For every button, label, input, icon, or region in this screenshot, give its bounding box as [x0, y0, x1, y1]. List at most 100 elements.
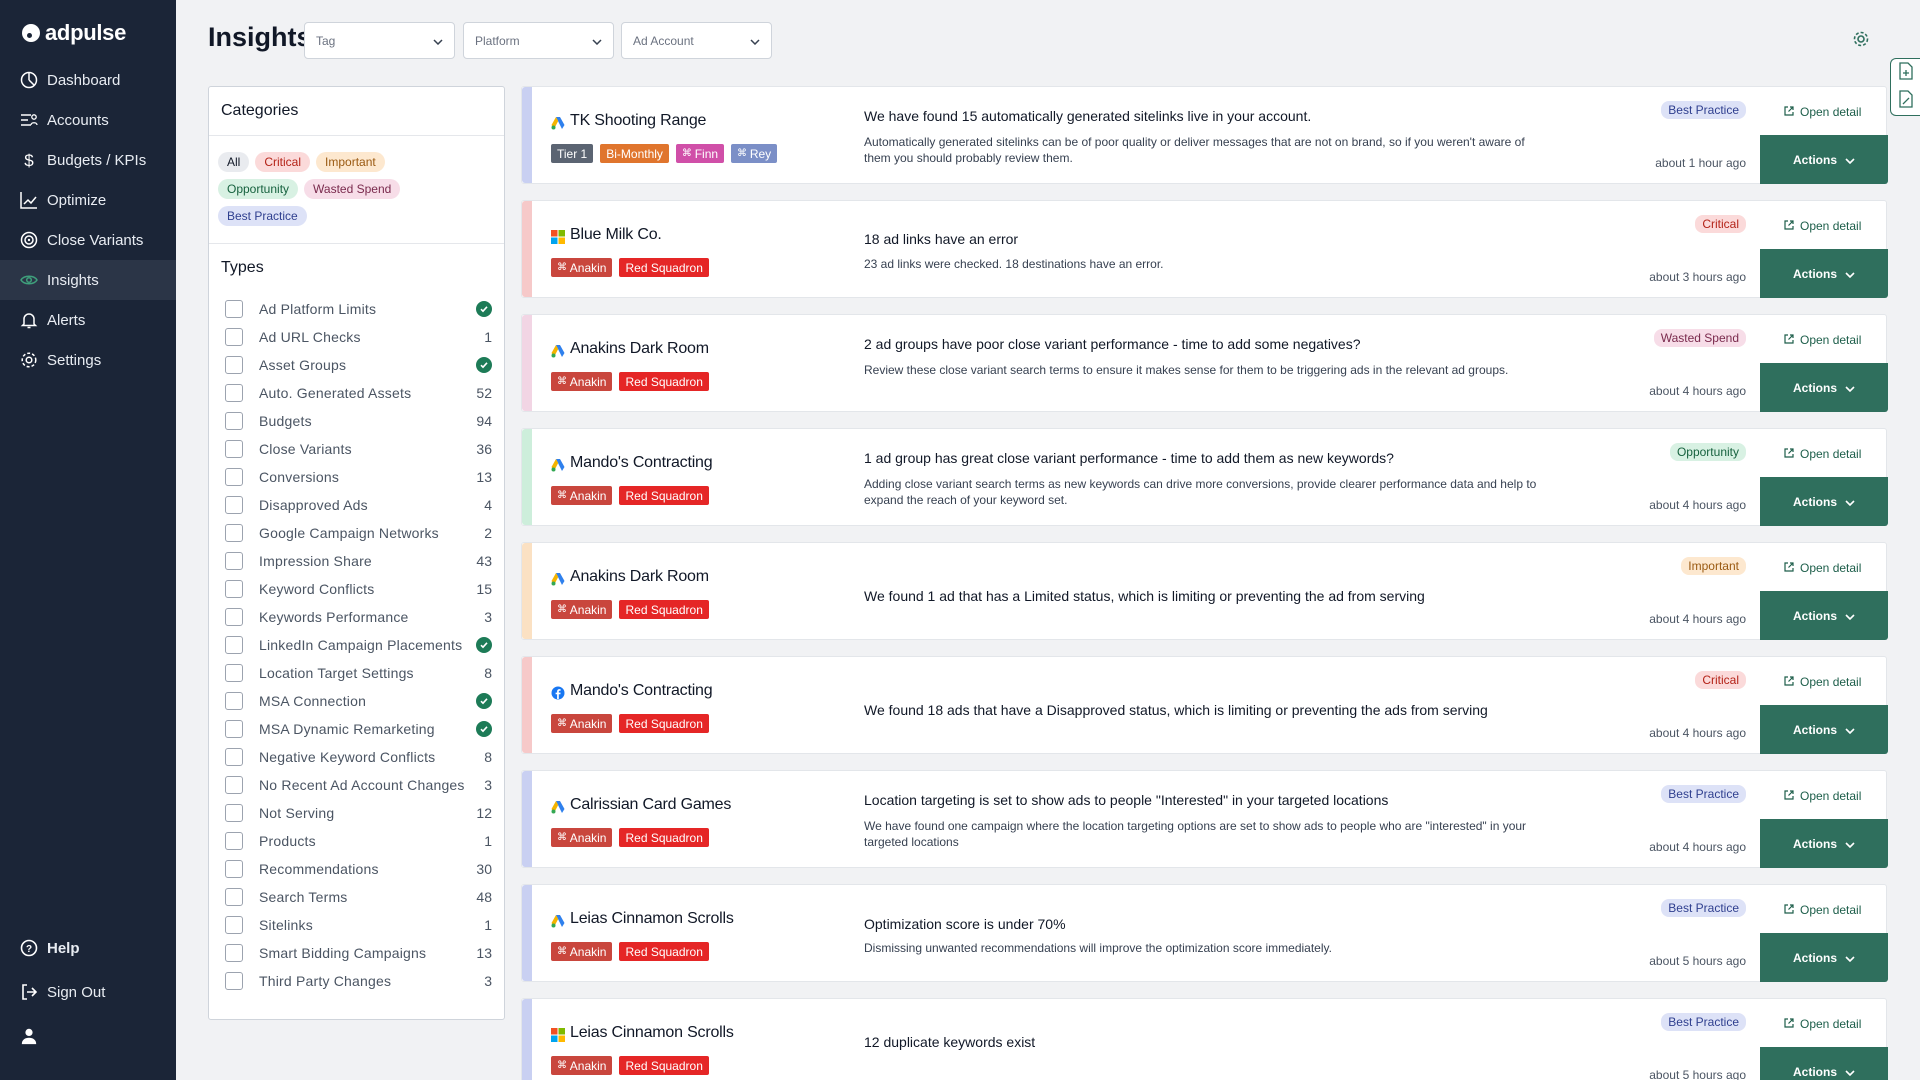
- edit-document-icon[interactable]: [1898, 89, 1914, 113]
- type-filter-row[interactable]: LinkedIn Campaign Placements: [209, 631, 504, 659]
- type-checkbox[interactable]: [225, 832, 243, 850]
- nav-item-close-variants[interactable]: Close Variants: [0, 220, 176, 260]
- type-filter-row[interactable]: MSA Dynamic Remarketing: [209, 715, 504, 743]
- type-checkbox[interactable]: [225, 384, 243, 402]
- type-checkbox[interactable]: [225, 804, 243, 822]
- tag-badge[interactable]: Red Squadron: [619, 372, 709, 391]
- type-checkbox[interactable]: [225, 356, 243, 374]
- actions-button[interactable]: Actions: [1760, 705, 1888, 754]
- actions-button[interactable]: Actions: [1760, 363, 1888, 412]
- nav-item-budgets-kpis[interactable]: $ Budgets / KPIs: [0, 140, 176, 180]
- type-checkbox[interactable]: [225, 412, 243, 430]
- tag-badge[interactable]: Tier 1: [551, 144, 594, 163]
- tag-badge[interactable]: ⌘ Anakin: [551, 1056, 613, 1075]
- type-checkbox[interactable]: [225, 524, 243, 542]
- account-name[interactable]: Anakins Dark Room: [570, 340, 709, 358]
- type-filter-row[interactable]: Ad Platform Limits: [209, 295, 504, 323]
- open-detail-link[interactable]: Open detail: [1784, 675, 1861, 689]
- tag-badge[interactable]: Red Squadron: [619, 714, 709, 733]
- tag-filter-select[interactable]: Tag: [304, 22, 455, 59]
- actions-button[interactable]: Actions: [1760, 933, 1888, 982]
- open-detail-link[interactable]: Open detail: [1784, 105, 1861, 119]
- actions-button[interactable]: Actions: [1760, 1047, 1888, 1080]
- open-detail-link[interactable]: Open detail: [1784, 561, 1861, 575]
- type-filter-row[interactable]: Keywords Performance 3: [209, 603, 504, 631]
- tag-badge[interactable]: ⌘ Anakin: [551, 372, 613, 391]
- account-name[interactable]: Leias Cinnamon Scrolls: [570, 1024, 734, 1042]
- tag-badge[interactable]: ⌘ Anakin: [551, 486, 613, 505]
- open-detail-link[interactable]: Open detail: [1784, 447, 1861, 461]
- category-chip-opportunity[interactable]: Opportunity: [218, 179, 299, 199]
- type-checkbox[interactable]: [225, 692, 243, 710]
- type-filter-row[interactable]: Google Campaign Networks 2: [209, 519, 504, 547]
- nav-item-accounts[interactable]: Accounts: [0, 100, 176, 140]
- nav-item-insights[interactable]: Insights: [0, 260, 176, 300]
- actions-button[interactable]: Actions: [1760, 249, 1888, 298]
- category-chip-critical[interactable]: Critical: [255, 152, 311, 172]
- actions-button[interactable]: Actions: [1760, 135, 1888, 184]
- actions-button[interactable]: Actions: [1760, 819, 1888, 868]
- tag-badge[interactable]: Red Squadron: [619, 600, 709, 619]
- user-avatar[interactable]: [0, 1016, 176, 1056]
- type-checkbox[interactable]: [225, 776, 243, 794]
- open-detail-link[interactable]: Open detail: [1784, 1017, 1861, 1031]
- type-filter-row[interactable]: Sitelinks 1: [209, 911, 504, 939]
- type-checkbox[interactable]: [225, 636, 243, 654]
- account-name[interactable]: Leias Cinnamon Scrolls: [570, 910, 734, 928]
- type-filter-row[interactable]: Impression Share 43: [209, 547, 504, 575]
- tag-badge[interactable]: Red Squadron: [619, 1056, 709, 1075]
- brand-logo[interactable]: adpulse: [22, 20, 126, 46]
- type-filter-row[interactable]: Disapproved Ads 4: [209, 491, 504, 519]
- tag-badge[interactable]: ⌘ Anakin: [551, 828, 613, 847]
- tag-badge[interactable]: ⌘ Anakin: [551, 600, 613, 619]
- open-detail-link[interactable]: Open detail: [1784, 789, 1861, 803]
- nav-item-settings[interactable]: Settings: [0, 340, 176, 380]
- type-checkbox[interactable]: [225, 608, 243, 626]
- type-filter-row[interactable]: Recommendations 30: [209, 855, 504, 883]
- type-filter-row[interactable]: Close Variants 36: [209, 435, 504, 463]
- actions-button[interactable]: Actions: [1760, 477, 1888, 526]
- type-checkbox[interactable]: [225, 664, 243, 682]
- type-checkbox[interactable]: [225, 440, 243, 458]
- type-filter-row[interactable]: No Recent Ad Account Changes 3: [209, 771, 504, 799]
- type-checkbox[interactable]: [225, 748, 243, 766]
- type-checkbox[interactable]: [225, 860, 243, 878]
- nav-item-dashboard[interactable]: Dashboard: [0, 60, 176, 100]
- account-name[interactable]: Mando's Contracting: [570, 682, 713, 700]
- type-checkbox[interactable]: [225, 916, 243, 934]
- type-filter-row[interactable]: Negative Keyword Conflicts 8: [209, 743, 504, 771]
- tag-badge[interactable]: Red Squadron: [619, 942, 709, 961]
- type-checkbox[interactable]: [225, 580, 243, 598]
- add-document-icon[interactable]: [1898, 61, 1914, 85]
- type-filter-row[interactable]: Conversions 13: [209, 463, 504, 491]
- category-chip-important[interactable]: Important: [316, 152, 385, 172]
- account-name[interactable]: Blue Milk Co.: [570, 226, 662, 244]
- type-filter-row[interactable]: MSA Connection: [209, 687, 504, 715]
- type-filter-row[interactable]: Products 1: [209, 827, 504, 855]
- type-filter-row[interactable]: Auto. Generated Assets 52: [209, 379, 504, 407]
- tag-badge[interactable]: ⌘ Anakin: [551, 714, 613, 733]
- type-filter-row[interactable]: Ad URL Checks 1: [209, 323, 504, 351]
- type-checkbox[interactable]: [225, 720, 243, 738]
- tag-badge[interactable]: ⌘ Anakin: [551, 942, 613, 961]
- tag-badge[interactable]: ⌘ Finn: [675, 144, 725, 163]
- type-filter-row[interactable]: Keyword Conflicts 15: [209, 575, 504, 603]
- gear-icon[interactable]: [1852, 30, 1870, 48]
- tag-badge[interactable]: Red Squadron: [619, 828, 709, 847]
- type-filter-row[interactable]: Smart Bidding Campaigns 13: [209, 939, 504, 967]
- open-detail-link[interactable]: Open detail: [1784, 333, 1861, 347]
- tag-badge[interactable]: Bi-Monthly: [600, 144, 669, 163]
- type-checkbox[interactable]: [225, 972, 243, 990]
- type-filter-row[interactable]: Not Serving 12: [209, 799, 504, 827]
- signout-link[interactable]: Sign Out: [0, 972, 176, 1012]
- tag-badge[interactable]: Red Squadron: [619, 486, 709, 505]
- help-link[interactable]: ? Help: [0, 928, 176, 968]
- tag-badge[interactable]: ⌘ Rey: [731, 144, 778, 163]
- type-filter-row[interactable]: Budgets 94: [209, 407, 504, 435]
- account-name[interactable]: Calrissian Card Games: [570, 796, 731, 814]
- tag-badge[interactable]: ⌘ Anakin: [551, 258, 613, 277]
- type-filter-row[interactable]: Location Target Settings 8: [209, 659, 504, 687]
- open-detail-link[interactable]: Open detail: [1784, 219, 1861, 233]
- type-checkbox[interactable]: [225, 888, 243, 906]
- category-chip-all[interactable]: All: [218, 152, 250, 172]
